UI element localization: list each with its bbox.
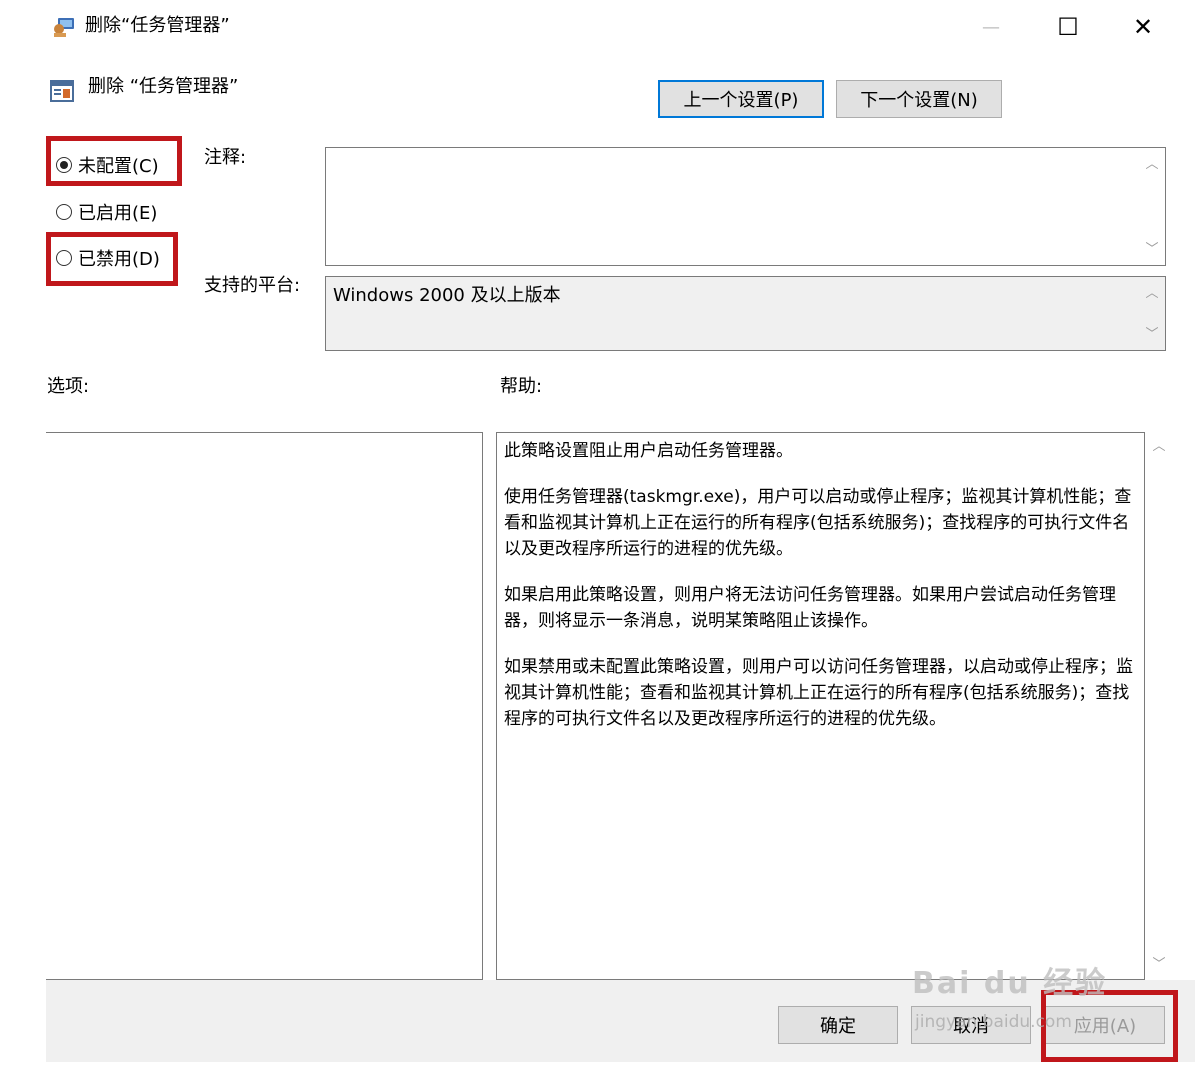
next-setting-button[interactable]: 下一个设置(N)	[836, 80, 1002, 118]
ok-button[interactable]: 确定	[778, 1006, 898, 1044]
comment-textarea[interactable]: ︿ ﹀	[325, 147, 1166, 266]
options-label: 选项:	[47, 376, 90, 397]
previous-setting-button[interactable]: 上一个设置(P)	[658, 80, 824, 118]
window-title: 删除“任务管理器”	[85, 15, 230, 36]
platform-value: Windows 2000 及以上版本	[333, 285, 561, 306]
policy-name: 删除 “任务管理器”	[88, 76, 239, 97]
minimize-button[interactable]: —	[966, 8, 1016, 46]
comment-label: 注释:	[204, 147, 247, 168]
help-paragraph: 如果启用此策略设置，则用户将无法访问任务管理器。如果用户尝试启动任务管理器，则将…	[504, 585, 1116, 631]
watermark-brand: Bai du 经验	[912, 966, 1108, 1001]
help-paragraph: 此策略设置阻止用户启动任务管理器。	[504, 441, 793, 461]
policy-setting-icon	[50, 80, 74, 102]
watermark-url: jingyan.baidu.com	[915, 1012, 1072, 1032]
radio-enabled[interactable]: 已启用(E)	[56, 199, 157, 225]
scroll-down-icon[interactable]: ﹀	[1143, 243, 1161, 257]
help-scroll-down-icon[interactable]: ﹀	[1150, 958, 1168, 972]
scroll-up-icon[interactable]: ︿	[1143, 158, 1161, 172]
maximize-button[interactable]: ☐	[1043, 8, 1093, 46]
radio-label: 已启用(E)	[78, 203, 158, 224]
help-paragraph: 如果禁用或未配置此策略设置，则用户可以访问任务管理器，以启动或停止程序；监视其计…	[504, 657, 1133, 729]
radio-circle	[56, 204, 72, 220]
help-panel: 此策略设置阻止用户启动任务管理器。 使用任务管理器(taskmgr.exe)，用…	[496, 432, 1145, 980]
platform-label: 支持的平台:	[204, 275, 301, 296]
scroll-up-icon[interactable]: ︿	[1143, 287, 1161, 301]
help-paragraph: 使用任务管理器(taskmgr.exe)，用户可以启动或停止程序；监视其计算机性…	[504, 487, 1132, 559]
platform-field: Windows 2000 及以上版本 ︿ ﹀	[325, 276, 1166, 351]
scroll-down-icon[interactable]: ﹀	[1143, 328, 1161, 342]
help-label: 帮助:	[500, 376, 543, 397]
help-scroll-up-icon[interactable]: ︿	[1150, 440, 1168, 454]
highlight-disabled	[46, 232, 178, 286]
options-panel	[46, 432, 483, 980]
group-policy-icon	[52, 16, 78, 38]
close-button[interactable]: ✕	[1118, 8, 1168, 46]
highlight-not-configured	[46, 136, 182, 186]
